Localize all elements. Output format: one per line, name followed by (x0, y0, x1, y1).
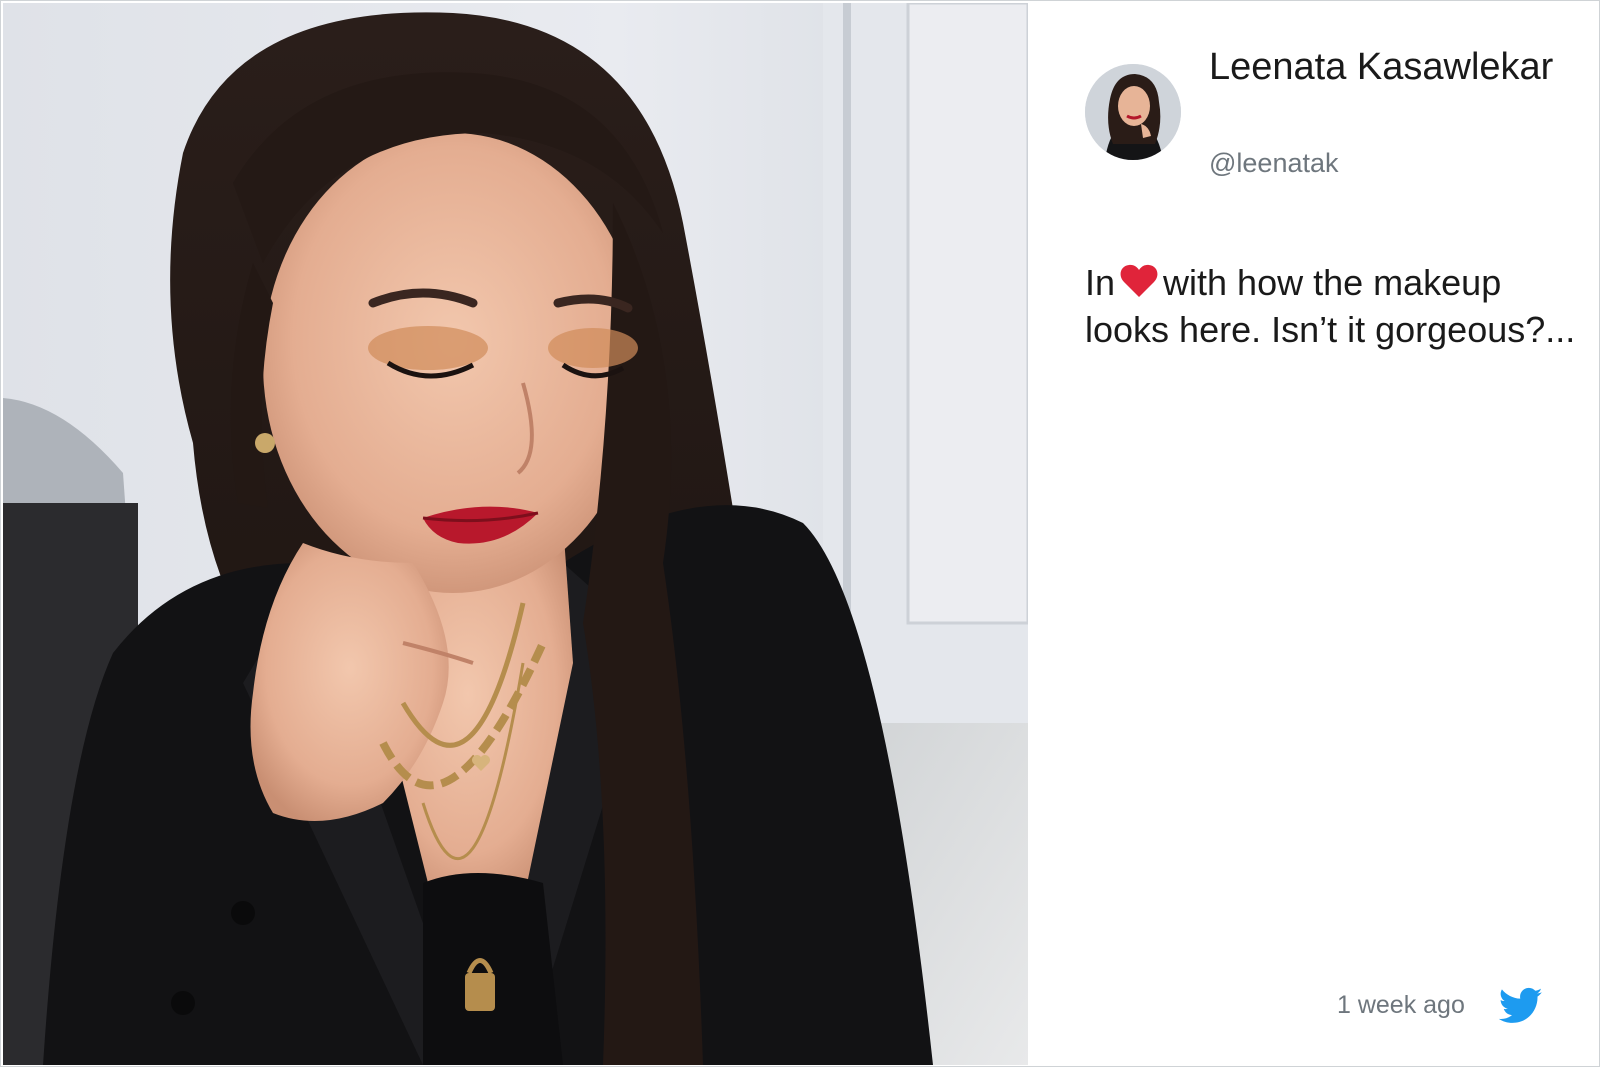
tweet-card[interactable]: Leenata Kasawlekar @leenatak In with how … (0, 0, 1600, 1067)
tweet-text: In with how the makeup looks here. Isn’t … (1085, 259, 1585, 353)
avatar[interactable] (1085, 64, 1181, 160)
tweet-text-before: In (1085, 262, 1116, 303)
tweet-panel: Leenata Kasawlekar @leenatak In with how … (1029, 1, 1599, 1066)
avatar-image (1085, 64, 1181, 160)
user-handle[interactable]: @leenatak (1209, 148, 1339, 179)
twitter-bird-icon[interactable] (1499, 987, 1543, 1025)
heart-icon (1120, 264, 1158, 297)
portrait-image (3, 3, 1028, 1065)
user-name[interactable]: Leenata Kasawlekar (1209, 41, 1569, 93)
timestamp[interactable]: 1 week ago (1337, 991, 1465, 1020)
tweet-photo[interactable] (3, 3, 1028, 1065)
